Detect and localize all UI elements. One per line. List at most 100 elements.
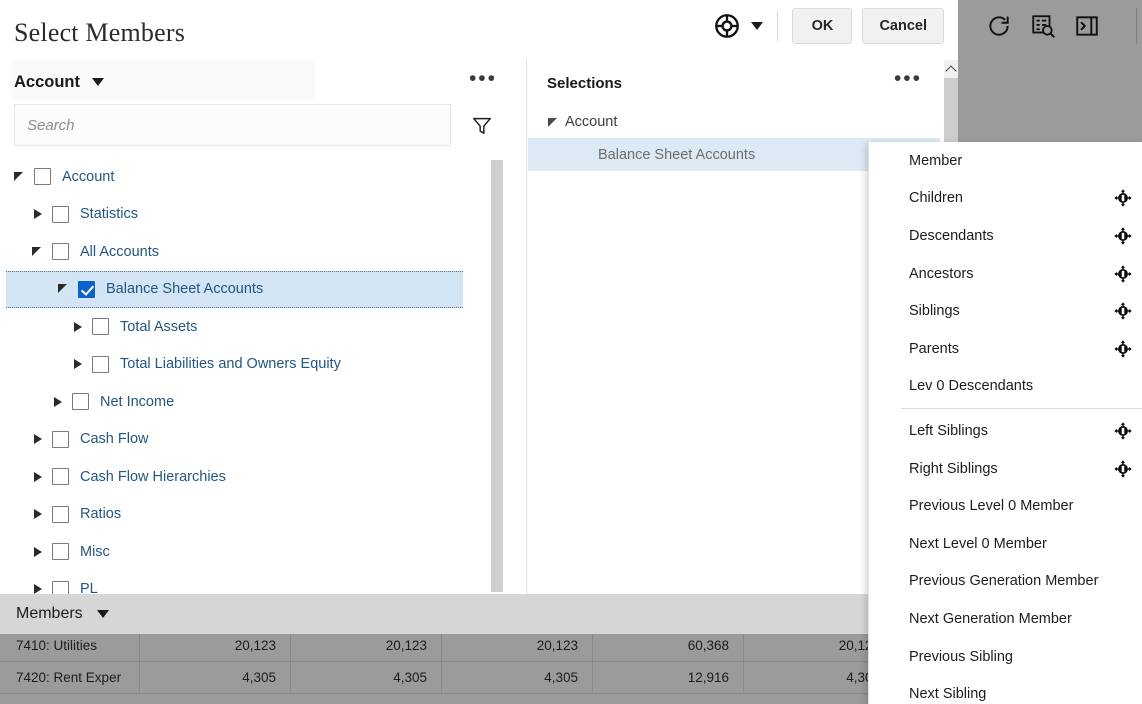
tree-node[interactable]: Statistics: [0, 196, 499, 234]
expand-triangle-icon[interactable]: [70, 319, 86, 335]
tree-node-checkbox[interactable]: [92, 318, 109, 335]
tree-scrollbar[interactable]: [491, 158, 503, 598]
selections-more-menu-button[interactable]: •••: [894, 72, 922, 86]
grid-cell: 4,305: [140, 662, 291, 694]
menu-item[interactable]: Next Generation Member: [869, 600, 1142, 638]
grid-cell: 12,916: [593, 662, 744, 694]
collapse-triangle-icon[interactable]: [12, 169, 28, 185]
member-relation-icon[interactable]: [1112, 263, 1134, 285]
grid-cell: 20,123: [140, 630, 291, 662]
expand-triangle-icon[interactable]: [30, 506, 46, 522]
member-relation-icon[interactable]: [1112, 458, 1134, 480]
tree-node-checkbox[interactable]: [34, 168, 51, 185]
expand-triangle-icon[interactable]: [30, 469, 46, 485]
tree-node-label[interactable]: Total Assets: [120, 319, 197, 335]
member-relation-icon[interactable]: [1112, 187, 1134, 209]
members-chevron-down-icon[interactable]: [97, 610, 109, 618]
tree-scrollbar-thumb[interactable]: [491, 160, 503, 592]
selections-title: Selections: [547, 75, 622, 92]
member-tree-list: Account Statistics All Accounts Balance She…: [0, 158, 499, 598]
cancel-button[interactable]: Cancel: [862, 8, 944, 44]
ok-button[interactable]: OK: [792, 8, 852, 44]
menu-item-label: Next Generation Member: [909, 611, 1072, 627]
menu-item[interactable]: Previous Generation Member: [869, 563, 1142, 601]
tree-node-label[interactable]: Net Income: [100, 394, 174, 410]
menu-item[interactable]: Left Siblings: [869, 412, 1142, 450]
menu-item[interactable]: Right Siblings: [869, 450, 1142, 488]
tree-node-checkbox[interactable]: [52, 506, 69, 523]
list-search-icon[interactable]: [1030, 13, 1056, 39]
dimension-chevron-down-icon[interactable]: [92, 78, 104, 86]
tree-node-label[interactable]: All Accounts: [80, 244, 159, 260]
tree-node-label[interactable]: Ratios: [80, 506, 121, 522]
member-relation-icon[interactable]: [1112, 225, 1134, 247]
expand-triangle-icon[interactable]: [50, 394, 66, 410]
tree-node[interactable]: Ratios: [0, 496, 499, 534]
tree-node-label[interactable]: Balance Sheet Accounts: [106, 281, 263, 297]
collapse-panel-icon[interactable]: [1074, 13, 1100, 39]
menu-item[interactable]: Parents: [869, 330, 1142, 368]
menu-item[interactable]: Previous Level 0 Member: [869, 487, 1142, 525]
grid-cell: 4,305: [291, 662, 442, 694]
tree-node-checkbox[interactable]: [78, 281, 95, 298]
expand-triangle-icon[interactable]: [30, 206, 46, 222]
collapse-triangle-icon[interactable]: [56, 281, 72, 297]
tree-node[interactable]: Misc: [0, 533, 499, 571]
tree-node[interactable]: Total Liabilities and Owners Equity: [0, 346, 499, 384]
select-members-dialog: Select Members OK Cancel Account •••: [0, 0, 958, 598]
tree-node-label[interactable]: Cash Flow: [80, 431, 149, 447]
lifebuoy-help-icon[interactable]: [713, 12, 741, 40]
grid-cell: 4,305: [442, 662, 593, 694]
member-relation-icon[interactable]: [1112, 338, 1134, 360]
expand-triangle-icon[interactable]: [30, 431, 46, 447]
refresh-icon[interactable]: [986, 13, 1012, 39]
menu-item[interactable]: Member: [869, 142, 1142, 180]
tree-node-checkbox[interactable]: [52, 206, 69, 223]
menu-item[interactable]: Descendants: [869, 217, 1142, 255]
expand-triangle-icon[interactable]: [548, 118, 557, 127]
member-relation-icon[interactable]: [1112, 300, 1134, 322]
menu-item-label: Next Level 0 Member: [909, 536, 1047, 552]
dialog-actions: OK Cancel: [713, 8, 944, 44]
chevron-down-icon[interactable]: [751, 22, 763, 30]
tree-node-label[interactable]: Misc: [80, 544, 110, 560]
tree-node-label[interactable]: Statistics: [80, 206, 138, 222]
scroll-up-arrow-icon[interactable]: [944, 60, 958, 78]
menu-item[interactable]: Next Sibling: [869, 675, 1142, 704]
tree-node-checkbox[interactable]: [52, 468, 69, 485]
member-relation-icon[interactable]: [1112, 420, 1134, 442]
page-title: Select Members: [14, 18, 185, 48]
expand-triangle-icon[interactable]: [30, 544, 46, 560]
tree-node[interactable]: Total Assets: [0, 308, 499, 346]
tree-node[interactable]: Balance Sheet Accounts: [6, 271, 463, 309]
expand-triangle-icon[interactable]: [70, 356, 86, 372]
menu-item[interactable]: Previous Sibling: [869, 638, 1142, 676]
search-input[interactable]: [14, 104, 451, 146]
tree-node-label[interactable]: Total Liabilities and Owners Equity: [120, 356, 341, 372]
tree-node[interactable]: All Accounts: [0, 233, 499, 271]
tree-node-label[interactable]: Cash Flow Hierarchies: [80, 469, 226, 485]
tree-node-checkbox[interactable]: [52, 543, 69, 560]
tree-node-label[interactable]: Account: [62, 169, 114, 185]
tree-node-checkbox[interactable]: [72, 393, 89, 410]
tree-node[interactable]: Net Income: [0, 383, 499, 421]
tree-node[interactable]: Cash Flow: [0, 421, 499, 459]
tree-node-checkbox[interactable]: [52, 243, 69, 260]
left-pane-more-menu-button[interactable]: •••: [469, 72, 497, 86]
collapse-triangle-icon[interactable]: [30, 244, 46, 260]
tree-node[interactable]: Account: [0, 158, 499, 196]
menu-item[interactable]: Ancestors: [869, 255, 1142, 293]
menu-item-label: Parents: [909, 341, 959, 357]
selections-header: Selections •••: [528, 60, 958, 106]
selections-dimension-row[interactable]: Account: [528, 106, 958, 138]
menu-item[interactable]: Children: [869, 180, 1142, 218]
funnel-filter-icon[interactable]: [471, 114, 493, 136]
member-tree: Account Statistics All Accounts Balance She…: [0, 158, 527, 598]
tree-node-checkbox[interactable]: [52, 431, 69, 448]
menu-item[interactable]: Siblings: [869, 292, 1142, 330]
grid-row-label: 7410: Utilities: [0, 630, 140, 662]
tree-node[interactable]: Cash Flow Hierarchies: [0, 458, 499, 496]
menu-item[interactable]: Lev 0 Descendants: [869, 368, 1142, 406]
tree-node-checkbox[interactable]: [92, 356, 109, 373]
menu-item[interactable]: Next Level 0 Member: [869, 525, 1142, 563]
